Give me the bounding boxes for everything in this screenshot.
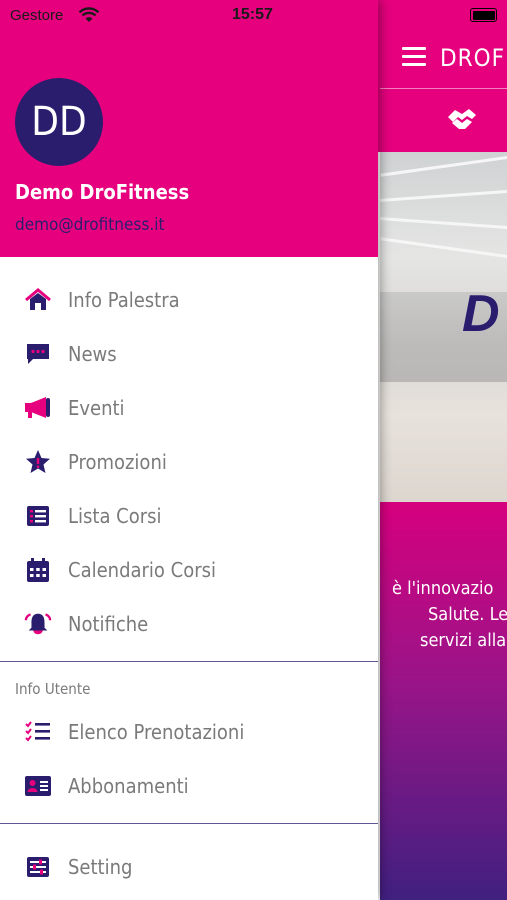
intro-text-line-1: è l'innovazio (392, 578, 494, 599)
menu-divider (0, 823, 378, 824)
menu-label: Eventi (68, 396, 125, 420)
user-name: Demo DroFitness (15, 180, 190, 204)
section-label-info-utente: Info Utente (15, 680, 91, 698)
menu-label: Calendario Corsi (68, 558, 216, 582)
wifi-icon (78, 7, 100, 22)
list-icon (24, 502, 52, 530)
menu-divider (0, 661, 378, 662)
battery-icon (470, 8, 497, 22)
menu-item-notifiche[interactable]: Notifiche (0, 597, 378, 651)
hamburger-menu-icon[interactable] (402, 47, 426, 67)
menu-item-news[interactable]: News (0, 327, 378, 381)
menu-label: Promozioni (68, 450, 167, 474)
user-email: demo@drofitness.it (15, 215, 165, 235)
avatar[interactable]: DD (15, 78, 103, 166)
megaphone-icon (24, 394, 52, 422)
handshake-icon[interactable] (445, 105, 479, 133)
menu-label: Info Palestra (68, 288, 180, 312)
status-time: 15:57 (232, 6, 273, 23)
app-title: DROFIT (440, 44, 507, 72)
star-icon (24, 448, 52, 476)
chat-icon (24, 340, 52, 368)
intro-text-line-3: servizi alla (420, 630, 507, 651)
menu-label: Setting (68, 855, 133, 879)
menu-label: News (68, 342, 117, 366)
menu-label: Lista Corsi (68, 504, 162, 528)
menu-item-elenco-prenotazioni[interactable]: Elenco Prenotazioni (0, 705, 378, 759)
menu-item-eventi[interactable]: Eventi (0, 381, 378, 435)
bell-icon (24, 610, 52, 638)
gym-logo: D (462, 285, 500, 343)
menu-label: Elenco Prenotazioni (68, 720, 245, 744)
id-card-icon (24, 772, 52, 800)
status-carrier: Gestore (10, 7, 64, 24)
menu-label: Notifiche (68, 612, 149, 636)
menu-label: Abbonamenti (68, 774, 189, 798)
header-divider (380, 88, 507, 89)
menu-item-promozioni[interactable]: Promozioni (0, 435, 378, 489)
calendar-icon (24, 556, 52, 584)
menu-item-setting[interactable]: Setting (0, 840, 378, 894)
intro-text-line-2: Salute. Le (428, 604, 507, 625)
menu-item-abbonamenti[interactable]: Abbonamenti (0, 759, 378, 813)
navigation-drawer: Gestore 15:57 DD Demo DroFitness demo@dr… (0, 0, 378, 900)
drawer-header: Gestore 15:57 DD Demo DroFitness demo@dr… (0, 0, 378, 257)
settings-icon (24, 853, 52, 881)
intro-panel (380, 502, 507, 900)
menu-item-info-palestra[interactable]: Info Palestra (0, 273, 378, 327)
menu-item-lista-corsi[interactable]: Lista Corsi (0, 489, 378, 543)
home-icon (24, 286, 52, 314)
menu-item-calendario-corsi[interactable]: Calendario Corsi (0, 543, 378, 597)
checklist-icon (24, 718, 52, 746)
